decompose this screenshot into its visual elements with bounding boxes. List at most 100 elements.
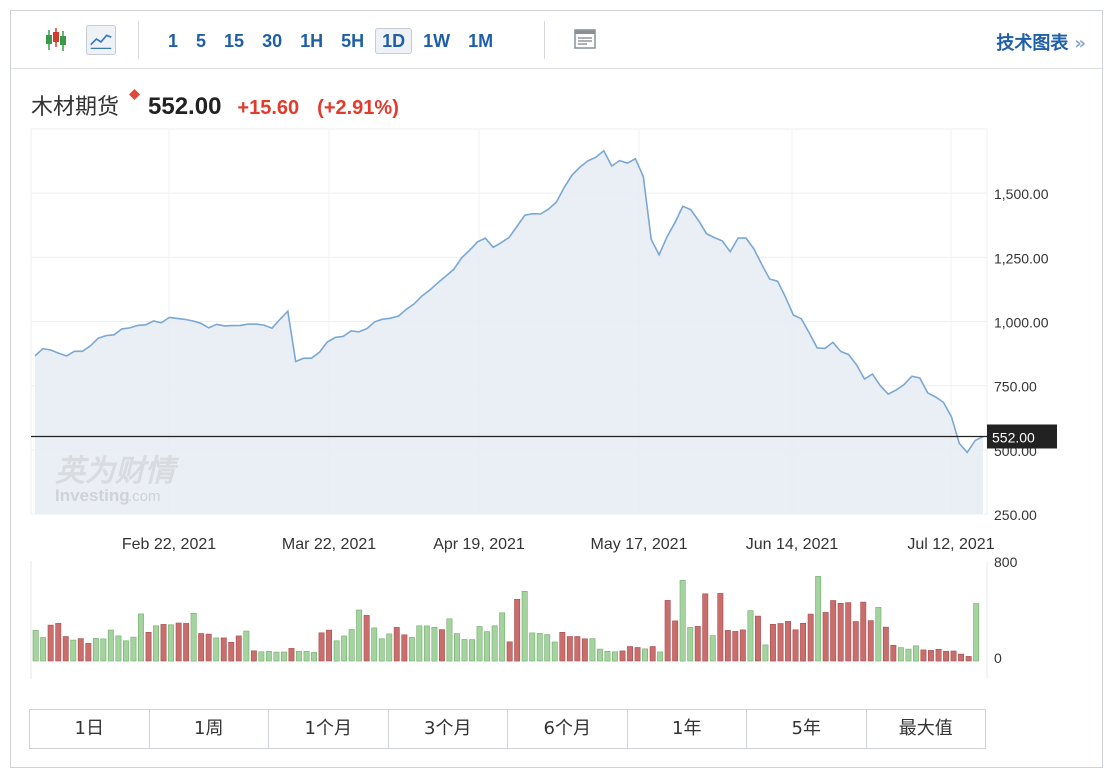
volume-bar — [596, 648, 603, 662]
range-tab-2[interactable]: 1个月 — [269, 710, 389, 748]
volume-bar — [123, 640, 129, 662]
volume-bar — [897, 647, 904, 662]
range-tab-3[interactable]: 3个月 — [388, 710, 508, 748]
volume-bar — [581, 638, 588, 662]
last-price-tag-label: 552.00 — [992, 429, 1035, 445]
volume-bar — [649, 646, 656, 662]
volume-bar — [326, 629, 332, 662]
volume-bar — [484, 631, 490, 662]
volume-bar — [273, 651, 280, 662]
volume-bar — [611, 651, 618, 662]
price-chart[interactable]: 英为财情Investing.com 1,500.00 1,250.00 1,000.0… — [11, 11, 1104, 701]
volume-bar — [265, 651, 272, 662]
watermark-cn: 英为财情 — [55, 454, 180, 489]
volume-bar — [785, 621, 792, 662]
volume-bar — [687, 627, 694, 662]
volume-bar — [160, 624, 167, 662]
time-range-selector: 1日 1周 1个月 3个月 6个月 1年 5年 最大值 — [29, 709, 986, 749]
y-tick-label: 1,500.00 — [994, 186, 1049, 202]
volume-bar — [882, 626, 889, 662]
volume-bar — [198, 633, 205, 662]
volume-bar — [393, 627, 400, 662]
volume-bar — [356, 609, 363, 662]
chart-widget: 1 5 15 30 1H 5H 1D 1W 1M 技术图表» 木材期货 552.00 +15.6… — [10, 10, 1103, 768]
volume-bar — [950, 650, 957, 662]
volume-bar — [747, 610, 754, 662]
volume-bar — [634, 647, 641, 662]
y-tick-label: 750.00 — [994, 379, 1037, 395]
volume-bar — [401, 634, 408, 662]
volume-bar — [168, 624, 174, 662]
volume-y-tick-label: 800 — [994, 554, 1018, 570]
volume-bar — [205, 633, 212, 662]
volume-bar — [852, 621, 859, 662]
volume-bar — [190, 612, 197, 662]
range-tab-1[interactable]: 1周 — [149, 710, 269, 748]
watermark-en-suffix: .com — [128, 488, 161, 505]
volume-bar — [739, 629, 746, 662]
volume-bar — [85, 643, 92, 662]
volume-bar — [243, 630, 250, 662]
volume-bar — [732, 631, 739, 662]
volume-bar — [912, 645, 919, 662]
volume-bar — [574, 636, 581, 662]
volume-bar — [378, 638, 385, 662]
volume-bar — [694, 626, 701, 662]
volume-y-tick-label: 0 — [994, 650, 1002, 666]
volume-bar — [958, 653, 965, 662]
volume-bar — [461, 639, 468, 662]
volume-bar — [559, 631, 566, 662]
volume-bar — [807, 613, 814, 662]
volume-bar — [491, 625, 498, 662]
volume-bar — [815, 576, 822, 662]
volume-bar — [860, 601, 867, 662]
volume-bar — [62, 636, 69, 662]
y-tick-label: 1,250.00 — [994, 250, 1049, 266]
volume-bar — [935, 648, 942, 662]
volume-bar — [965, 656, 972, 662]
volume-bar — [627, 646, 634, 662]
volume-bar — [40, 637, 47, 662]
volume-bar — [280, 651, 287, 662]
range-tab-4[interactable]: 6个月 — [508, 710, 628, 748]
x-tick-label: Apr 19, 2021 — [433, 536, 525, 553]
volume-bar — [295, 651, 302, 662]
volume-bar — [927, 650, 934, 662]
volume-bar — [341, 635, 348, 662]
volume-bar — [288, 648, 295, 662]
range-tab-7[interactable]: 最大值 — [866, 710, 985, 748]
volume-bar — [920, 649, 927, 662]
volume-bar — [318, 632, 325, 662]
volume-bar — [228, 641, 235, 662]
volume-bar — [416, 625, 423, 662]
volume-bar — [867, 620, 874, 662]
volume-bar — [235, 635, 242, 662]
volume-bar — [822, 612, 829, 662]
volume-bar — [70, 639, 77, 662]
volume-bar — [521, 590, 528, 662]
watermark-en: Investing — [55, 486, 130, 505]
volume-bar — [363, 615, 370, 662]
volume-bar — [875, 607, 882, 662]
volume-bar — [973, 603, 980, 662]
volume-bar — [544, 634, 551, 662]
volume-bar — [386, 633, 393, 662]
volume-bar — [499, 612, 506, 662]
volume-bar — [175, 622, 182, 662]
x-tick-label: Jun 14, 2021 — [746, 536, 839, 553]
volume-bar — [905, 648, 912, 662]
volume-bar — [890, 644, 897, 662]
volume-bar — [792, 629, 799, 662]
volume-bar — [551, 641, 558, 662]
range-tab-0[interactable]: 1日 — [30, 710, 150, 748]
volume-bar — [183, 623, 190, 662]
range-tab-6[interactable]: 5年 — [747, 710, 867, 748]
volume-bar — [303, 651, 310, 662]
volume-bar — [754, 615, 761, 662]
range-tab-5[interactable]: 1年 — [627, 710, 747, 748]
y-tick-label: 1,000.00 — [994, 315, 1049, 331]
volume-bar — [145, 631, 152, 662]
volume-bar — [371, 627, 378, 662]
volume-bar — [717, 593, 724, 662]
volume-bar — [566, 636, 573, 662]
